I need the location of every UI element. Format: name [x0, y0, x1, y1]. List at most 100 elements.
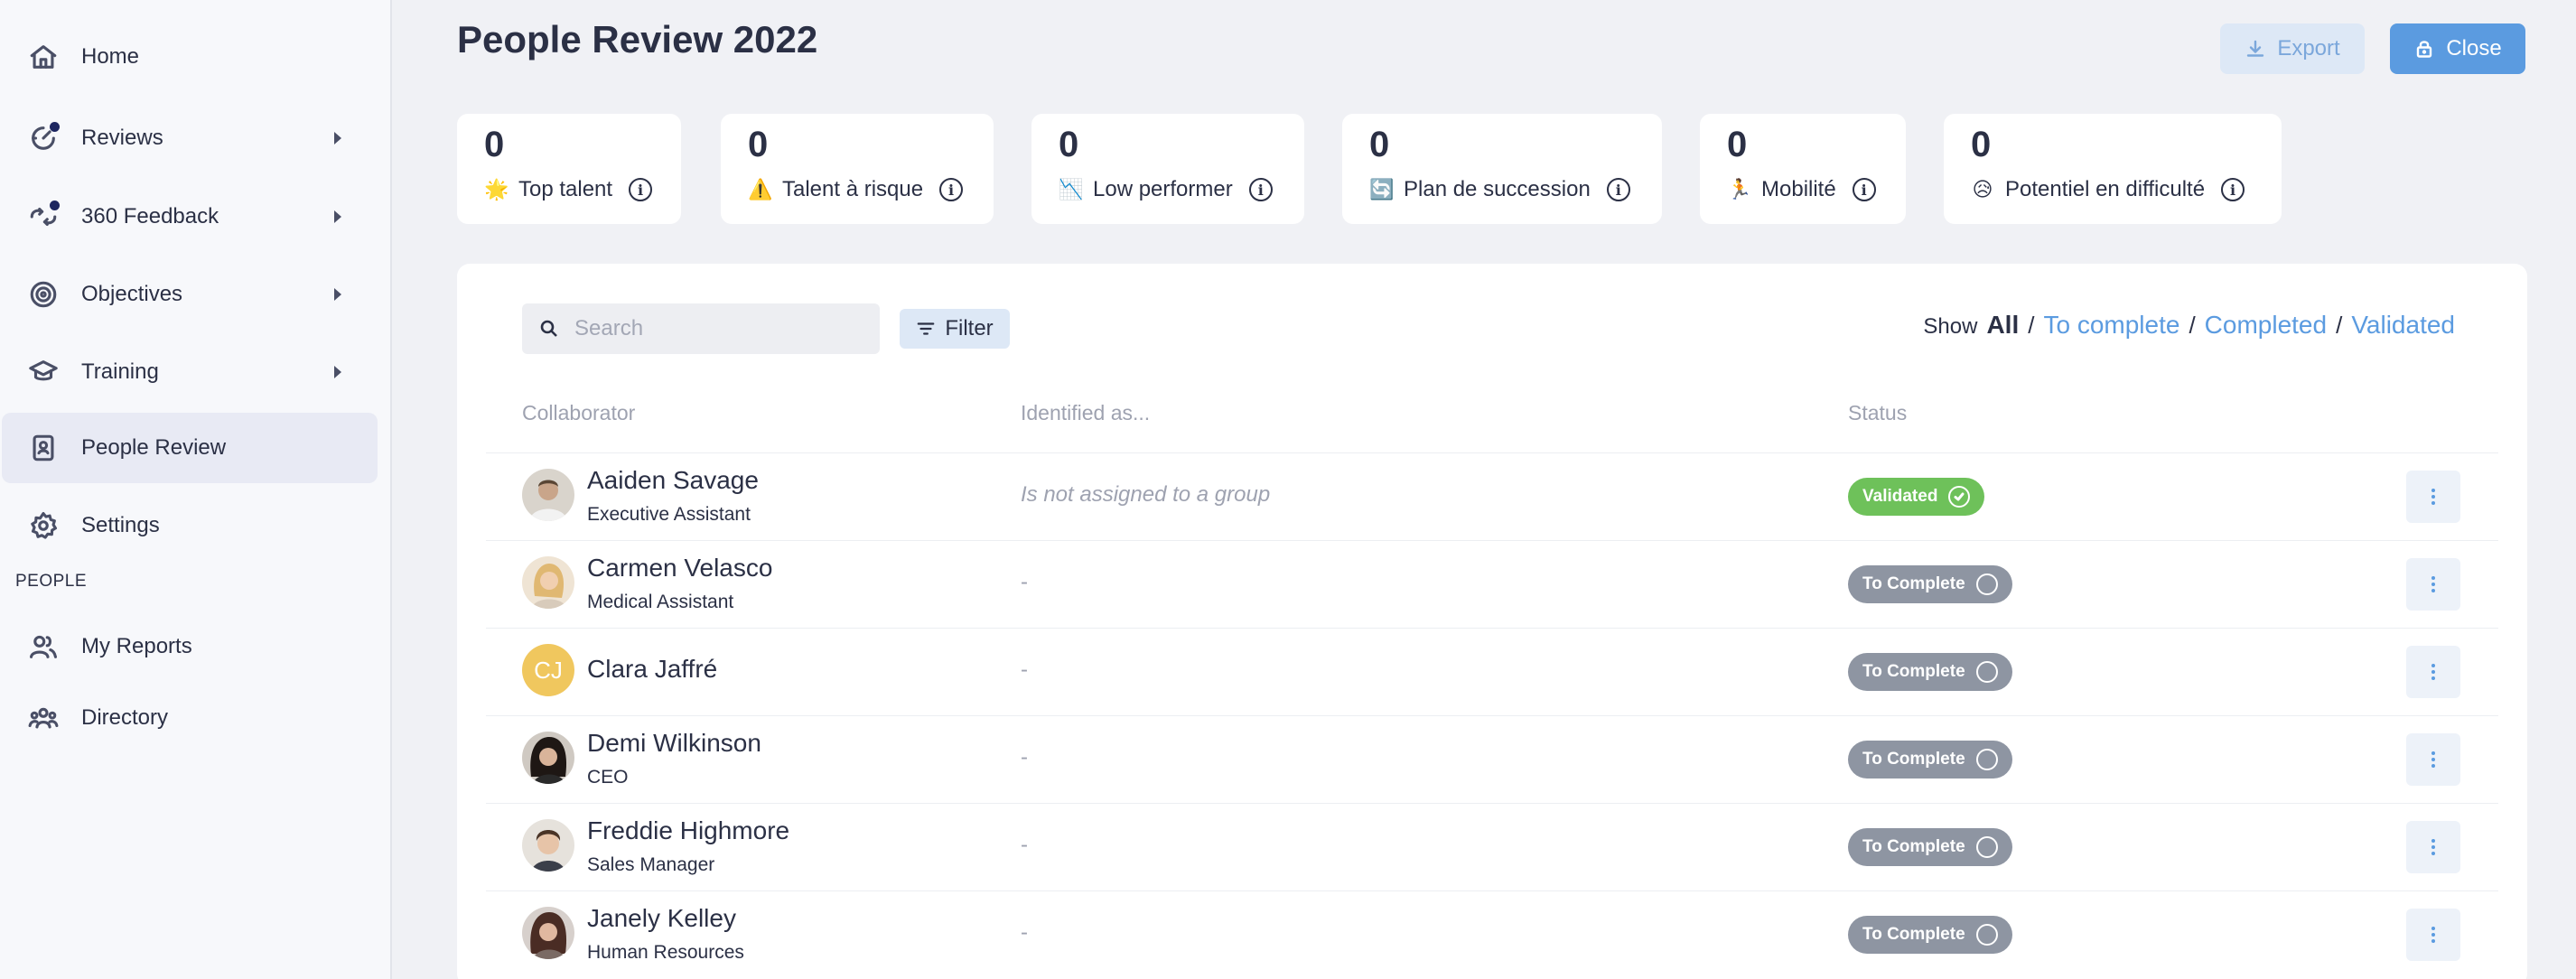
sidebar-item-360-feedback[interactable]: 360 Feedback [2, 182, 378, 252]
info-icon[interactable]: i [939, 178, 964, 201]
search-box[interactable] [522, 303, 880, 354]
stat-card-plan-de-succession: 0 🔄 Plan de succession i [1342, 114, 1662, 224]
export-label: Export [2277, 36, 2340, 61]
warning-icon: ⚠️ [748, 178, 773, 200]
stat-value: 0 [1059, 125, 1079, 164]
row-actions-button[interactable] [2406, 733, 2460, 786]
identified-as-value: - [1021, 570, 1028, 594]
sidebar-item-label: Reviews [81, 126, 163, 150]
status-badge: To Complete [1848, 653, 2012, 691]
repeat-icon: 🔄 [1369, 178, 1395, 200]
sidebar-item-reviews[interactable]: Reviews [2, 103, 378, 173]
collaborator-name[interactable]: Aaiden Savage [587, 466, 759, 495]
empty-circle-icon [1975, 836, 1998, 858]
graduation-cap-icon [25, 354, 61, 390]
sidebar-item-settings[interactable]: Settings [2, 490, 378, 561]
collaborator-role: Human Resources [587, 942, 744, 963]
runner-icon: 🏃 [1727, 178, 1752, 200]
sidebar-item-label: People Review [81, 435, 227, 460]
column-header-identified-as: Identified as... [1021, 401, 1151, 424]
table-row[interactable]: Demi Wilkinson CEO - To Complete [486, 715, 2498, 803]
stat-value: 0 [1971, 125, 1992, 164]
table-row[interactable]: Freddie Highmore Sales Manager - To Comp… [486, 803, 2498, 890]
status-label: Validated [1862, 487, 1938, 506]
show-completed-link[interactable]: Completed [2205, 311, 2327, 340]
caret-right-icon [334, 210, 341, 223]
sidebar-item-objectives[interactable]: Objectives [2, 259, 378, 330]
avatar-initials: CJ [534, 656, 563, 684]
collaborator-name[interactable]: Clara Jaffré [587, 655, 717, 684]
show-validated-link[interactable]: Validated [2351, 311, 2455, 340]
status-label: To Complete [1862, 662, 1965, 681]
collaborator-role: Executive Assistant [587, 504, 751, 525]
status-label: To Complete [1862, 837, 1965, 856]
show-all-link[interactable]: All [1986, 311, 2019, 340]
status-label: To Complete [1862, 574, 1965, 593]
collaborator-name[interactable]: Freddie Highmore [587, 816, 789, 845]
filter-label: Filter [945, 316, 994, 340]
stat-label: Low performer [1093, 177, 1233, 201]
identified-as-value: - [1021, 657, 1028, 682]
column-header-status: Status [1848, 401, 1908, 424]
sidebar-item-people-review[interactable]: People Review [2, 413, 378, 483]
stat-card-talent-a-risque: 0 ⚠️ Talent à risque i [721, 114, 994, 224]
search-input[interactable] [574, 311, 863, 347]
info-icon[interactable]: i [1852, 178, 1876, 201]
sidebar-item-label: 360 Feedback [81, 204, 219, 228]
separator: / [2028, 312, 2035, 339]
stat-card-low-performer: 0 📉 Low performer i [1031, 114, 1304, 224]
avatar [522, 556, 574, 609]
show-to-complete-link[interactable]: To complete [2043, 311, 2179, 340]
sidebar-item-my-reports[interactable]: My Reports [2, 611, 378, 682]
check-circle-icon [1948, 486, 1971, 508]
empty-circle-icon [1975, 573, 1998, 595]
target-icon [25, 276, 61, 312]
sidebar-item-label: My Reports [81, 634, 192, 658]
row-actions-button[interactable] [2406, 558, 2460, 611]
collaborator-name[interactable]: Demi Wilkinson [587, 729, 761, 758]
identified-as-value: Is not assigned to a group [1021, 482, 1271, 507]
stat-label: Potentiel en difficulté [2005, 177, 2206, 201]
filter-button[interactable]: Filter [900, 309, 1010, 349]
show-label: Show [1923, 314, 1978, 339]
avatar: CJ [522, 644, 574, 696]
info-icon[interactable]: i [2221, 178, 2245, 201]
row-actions-button[interactable] [2406, 909, 2460, 961]
row-actions-button[interactable] [2406, 471, 2460, 523]
collaborator-role: CEO [587, 767, 629, 788]
info-icon[interactable]: i [1606, 178, 1630, 201]
stat-label: Talent à risque [782, 177, 924, 201]
avatar [522, 819, 574, 872]
collaborator-name[interactable]: Janely Kelley [587, 904, 736, 933]
stat-card-potentiel-en-difficulte: 0 😥 Potentiel en difficulté i [1944, 114, 2282, 224]
download-icon [2247, 40, 2264, 57]
table-row[interactable]: Aaiden Savage Executive Assistant Is not… [486, 452, 2498, 540]
table-row[interactable]: CJ Clara Jaffré - To Complete [486, 628, 2498, 715]
export-button[interactable]: Export [2220, 23, 2365, 74]
sidebar-item-training[interactable]: Training [2, 337, 378, 407]
close-button[interactable]: Close [2390, 23, 2525, 74]
stat-value: 0 [484, 125, 505, 164]
collaborator-name[interactable]: Carmen Velasco [587, 554, 772, 583]
sidebar-item-directory[interactable]: Directory [2, 683, 378, 753]
table-row[interactable]: Janely Kelley Human Resources - To Compl… [486, 890, 2498, 978]
table-row[interactable]: Carmen Velasco Medical Assistant - To Co… [486, 540, 2498, 628]
info-icon[interactable]: i [629, 178, 653, 201]
collaborator-role: Sales Manager [587, 854, 715, 875]
row-actions-button[interactable] [2406, 646, 2460, 698]
notification-dot [50, 200, 60, 210]
home-icon [25, 39, 61, 75]
feedback-icon [25, 199, 61, 235]
star-icon: 🌟 [484, 178, 509, 200]
info-icon[interactable]: i [1248, 178, 1273, 201]
users-icon [25, 629, 61, 665]
gear-icon [25, 508, 61, 544]
status-badge: Validated [1848, 478, 1985, 516]
stat-label: Plan de succession [1404, 177, 1591, 201]
status-badge: To Complete [1848, 828, 2012, 866]
stat-value: 0 [1727, 125, 1748, 164]
sidebar-item-home[interactable]: Home [2, 22, 378, 92]
search-icon [540, 320, 557, 337]
identified-as-value: - [1021, 920, 1028, 945]
row-actions-button[interactable] [2406, 821, 2460, 873]
